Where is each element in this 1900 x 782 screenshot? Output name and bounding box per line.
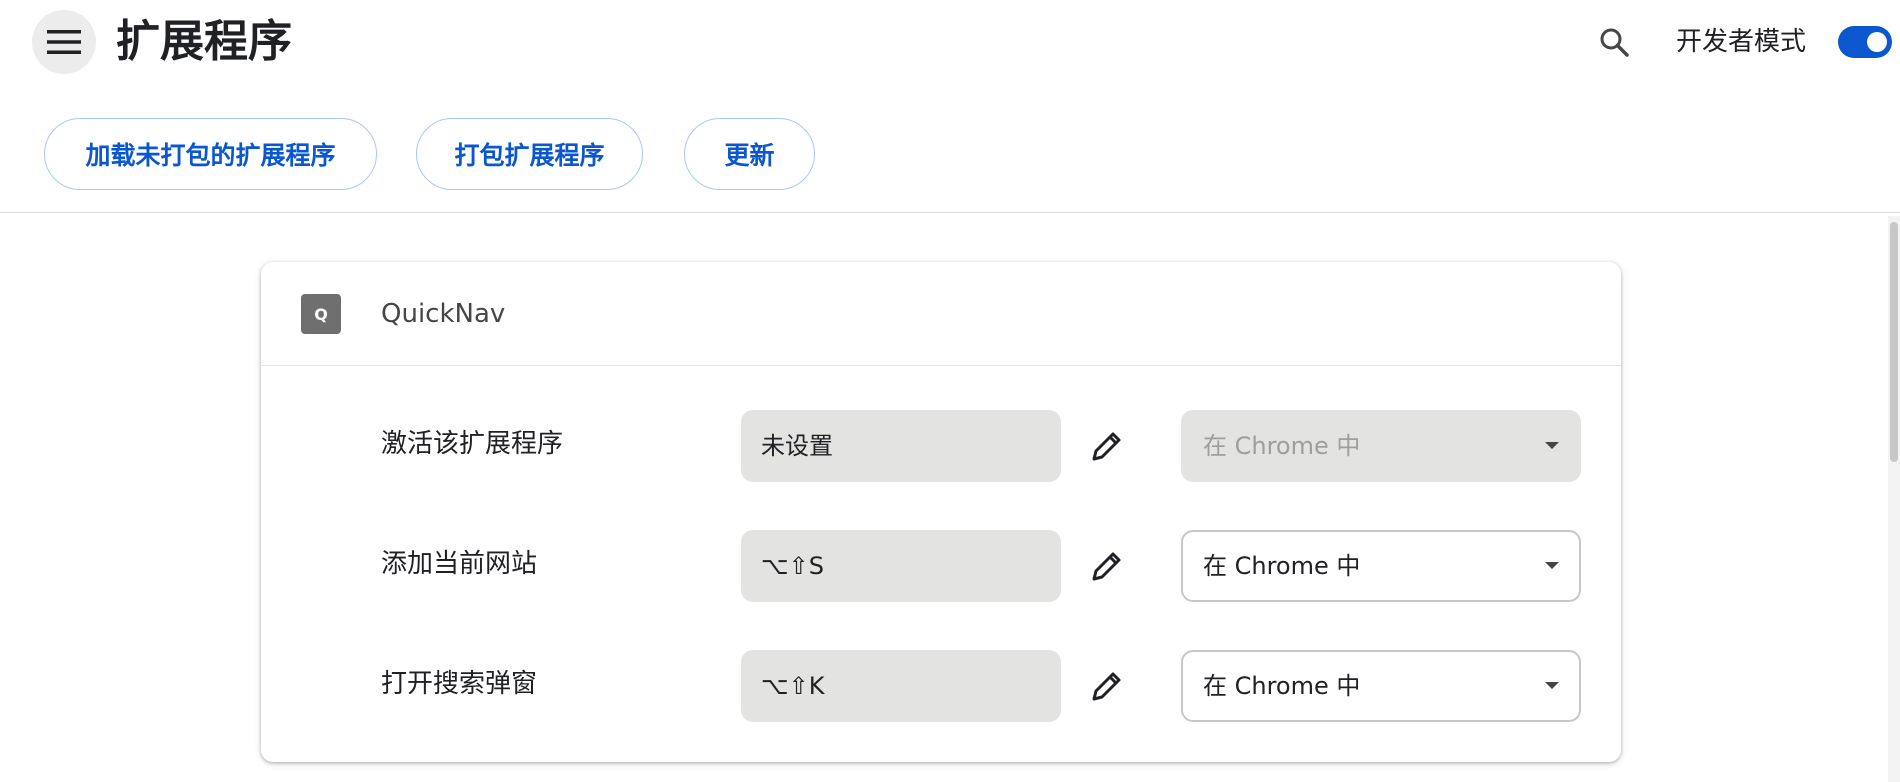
scope-select-value: 在 Chrome 中 (1203, 552, 1361, 580)
extension-card-header: Q QuickNav (261, 262, 1621, 366)
scope-select[interactable]: 在 Chrome 中 (1181, 650, 1581, 722)
extension-icon: Q (301, 294, 341, 334)
shortcut-input[interactable]: 未设置 (741, 410, 1061, 482)
update-button[interactable]: 更新 (684, 118, 815, 190)
command-label: 添加当前网站 (381, 549, 538, 579)
shortcut-input[interactable]: ⌥⇧K (741, 650, 1061, 722)
shortcut-input[interactable]: ⌥⇧S (741, 530, 1061, 602)
scope-select: 在 Chrome 中 (1181, 410, 1581, 482)
edit-shortcut-button[interactable] (1083, 542, 1131, 590)
edit-shortcut-button[interactable] (1083, 662, 1131, 710)
pack-extension-button[interactable]: 打包扩展程序 (416, 118, 643, 190)
edit-shortcut-button[interactable] (1083, 422, 1131, 470)
chevron-down-icon (1545, 682, 1559, 689)
search-icon (1600, 28, 1629, 57)
extension-name: QuickNav (381, 299, 506, 329)
toggle-knob (1867, 32, 1887, 52)
scope-select-value: 在 Chrome 中 (1203, 672, 1361, 700)
search-button[interactable] (1592, 20, 1636, 64)
developer-mode-toggle[interactable] (1838, 26, 1892, 58)
scrollbar-thumb[interactable] (1890, 222, 1898, 462)
page-title: 扩展程序 (116, 16, 292, 67)
pencil-icon (1092, 552, 1121, 581)
command-label: 激活该扩展程序 (381, 429, 564, 459)
scope-select[interactable]: 在 Chrome 中 (1181, 530, 1581, 602)
developer-mode-label: 开发者模式 (1676, 27, 1807, 57)
command-row: 打开搜索弹窗 ⌥⇧K 在 Chrome 中 (261, 650, 1621, 722)
load-unpacked-button[interactable]: 加载未打包的扩展程序 (44, 118, 377, 190)
chevron-down-icon (1545, 442, 1559, 449)
pencil-icon (1092, 672, 1121, 701)
chevron-down-icon (1545, 562, 1559, 569)
pencil-icon (1092, 432, 1121, 461)
extension-shortcuts-card: Q QuickNav 激活该扩展程序 未设置 在 Chrome 中 添加当前网站… (261, 262, 1621, 762)
menu-icon (47, 30, 81, 54)
command-label: 打开搜索弹窗 (381, 669, 538, 699)
scope-select-value: 在 Chrome 中 (1203, 432, 1361, 460)
main-menu-button[interactable] (32, 10, 96, 74)
page-scrollbar[interactable] (1888, 216, 1900, 782)
command-row: 添加当前网站 ⌥⇧S 在 Chrome 中 (261, 530, 1621, 602)
top-header: 扩展程序 开发者模式 加载未打包的扩展程序 打包扩展程序 更新 (0, 0, 1900, 213)
command-row: 激活该扩展程序 未设置 在 Chrome 中 (261, 410, 1621, 482)
